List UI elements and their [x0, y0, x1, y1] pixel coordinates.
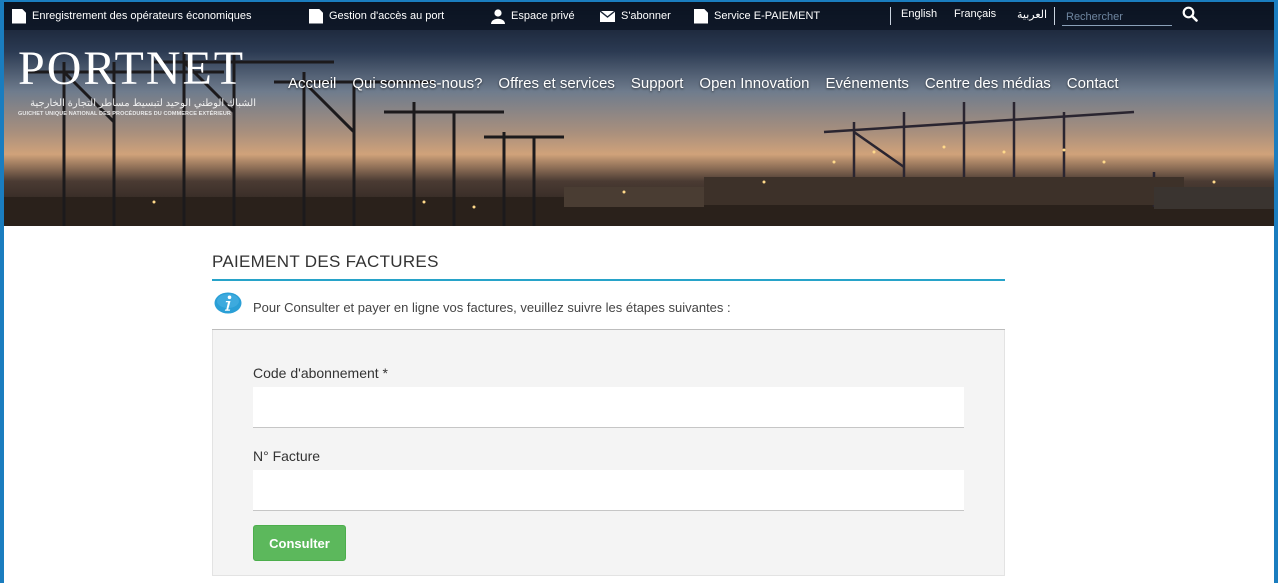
- lang-francais[interactable]: Français: [954, 8, 996, 20]
- link-e-paiement[interactable]: Service E-PAIEMENT: [694, 8, 820, 24]
- nav-qui-sommes-nous[interactable]: Qui sommes-nous?: [352, 75, 482, 92]
- subscription-code-input[interactable]: [253, 387, 964, 428]
- search-icon[interactable]: [1182, 6, 1198, 22]
- document-icon: [694, 8, 708, 24]
- search-input[interactable]: [1062, 8, 1172, 26]
- link-label: Gestion d'accès au port: [329, 10, 445, 22]
- subscription-code-label: Code d'abonnement *: [253, 365, 388, 381]
- link-gestion-acces[interactable]: Gestion d'accès au port: [309, 8, 444, 24]
- document-icon: [309, 8, 323, 24]
- hero-banner: Enregistrement des opérateurs économique…: [4, 2, 1274, 226]
- nav-open-innovation[interactable]: Open Innovation: [699, 75, 809, 92]
- document-icon: [12, 8, 26, 24]
- info-icon: [214, 292, 242, 314]
- lang-english[interactable]: English: [901, 8, 937, 20]
- nav-evenements[interactable]: Evénements: [826, 75, 909, 92]
- link-espace-prive[interactable]: Espace privé: [491, 8, 575, 24]
- logo-arabic-tagline: الشباك الوطني الوحيد لتبسيط مساطر التجار…: [30, 98, 256, 109]
- link-label: Enregistrement des opérateurs économique…: [32, 10, 252, 22]
- nav-offres-services[interactable]: Offres et services: [498, 75, 614, 92]
- portnet-logo[interactable]: PORTNET الشباك الوطني الوحيد لتبسيط مساط…: [18, 40, 256, 120]
- invoice-number-label: N° Facture: [253, 448, 321, 464]
- title-underline: [212, 279, 1005, 281]
- logo-french-tagline: GUICHET UNIQUE NATIONAL DES PROCÉDURES D…: [18, 111, 231, 117]
- page-title: PAIEMENT DES FACTURES: [212, 252, 439, 271]
- main-nav: Accueil Qui sommes-nous? Offres et servi…: [288, 75, 1135, 92]
- consulter-button[interactable]: Consulter: [253, 525, 346, 561]
- nav-centre-medias[interactable]: Centre des médias: [925, 75, 1051, 92]
- link-label: S'abonner: [621, 10, 671, 22]
- link-abonner[interactable]: S'abonner: [600, 8, 671, 24]
- nav-support[interactable]: Support: [631, 75, 684, 92]
- link-enregistrement[interactable]: Enregistrement des opérateurs économique…: [12, 8, 252, 24]
- divider: [890, 7, 891, 25]
- link-label: Espace privé: [511, 10, 575, 22]
- user-icon: [491, 8, 505, 24]
- nav-accueil[interactable]: Accueil: [288, 75, 336, 92]
- link-label: Service E-PAIEMENT: [714, 10, 821, 22]
- envelope-icon: [600, 10, 615, 22]
- logo-wordmark: PORTNET: [18, 42, 246, 95]
- info-message: Pour Consulter et payer en ligne vos fac…: [253, 300, 731, 315]
- divider: [1054, 7, 1055, 25]
- invoice-number-input[interactable]: [253, 470, 964, 511]
- nav-contact[interactable]: Contact: [1067, 75, 1119, 92]
- lang-arabic[interactable]: العربية: [1017, 8, 1047, 21]
